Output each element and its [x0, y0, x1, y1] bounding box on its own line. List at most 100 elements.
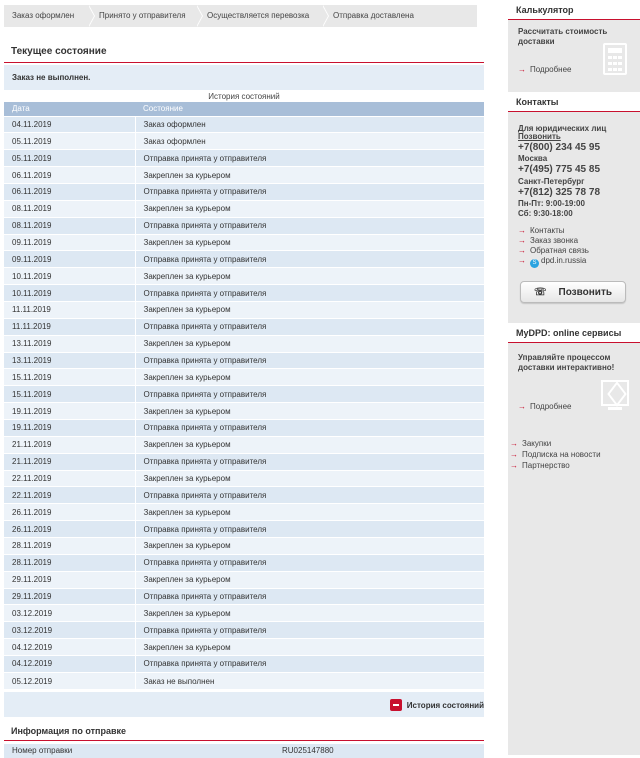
call-link[interactable]: Позвонить [518, 132, 561, 142]
history-date: 29.11.2019 [4, 587, 136, 605]
table-row: 03.12.2019 Отправка принята у отправителя [4, 621, 484, 639]
history-status: Закреплен за курьером [135, 233, 484, 251]
history-status: Отправка принята у отправителя [135, 149, 484, 167]
step-delivered: Отправка доставлена [333, 11, 414, 20]
history-date: 15.11.2019 [4, 385, 136, 403]
history-date: 13.11.2019 [4, 334, 136, 353]
order-call-link[interactable]: → Заказ звонка [518, 236, 578, 245]
footer-link-procurement-label: Закупки [522, 439, 552, 448]
history-status: Закреплен за курьером [135, 435, 484, 454]
table-row: 04.12.2019 Отправка принята у отправителя [4, 655, 484, 673]
skype-label: dpd.in.russia [541, 256, 587, 265]
current-status-value: Заказ не выполнен. [4, 65, 484, 90]
history-date: 15.11.2019 [4, 368, 136, 386]
history-date: 19.11.2019 [4, 402, 136, 420]
history-status: Закреплен за курьером [135, 166, 484, 184]
history-status: Закреплен за курьером [135, 199, 484, 218]
calculator-more-label: Подробнее [530, 65, 572, 74]
history-date: 04.12.2019 [4, 638, 136, 656]
table-row: 15.11.2019 Отправка принята у отправителя [4, 385, 484, 403]
history-date: 05.11.2019 [4, 132, 136, 150]
call-button[interactable]: ☏ Позвонить [520, 281, 626, 303]
skype-icon: S [530, 259, 539, 268]
shipment-number-value: RU025147880 [282, 746, 334, 755]
order-call-label: Заказ звонка [530, 236, 579, 245]
history-date: 09.11.2019 [4, 233, 136, 251]
step-in-transit: Осуществляется перевозка [197, 5, 329, 27]
history-status: Закреплен за курьером [135, 536, 484, 555]
footer-link-partnership-label: Партнерство [522, 461, 570, 470]
history-status: Отправка принята у отправителя [135, 385, 484, 403]
contacts-link-label: Контакты [530, 226, 565, 235]
history-status: Отправка принята у отправителя [135, 520, 484, 538]
shipment-info-heading: Информация по отправке [4, 721, 484, 741]
mydpd-title: MyDPD: online сервисы [508, 323, 640, 343]
table-row: 13.11.2019 Отправка принята у отправителя [4, 351, 484, 369]
phone-icon: ☏ [533, 286, 547, 298]
history-caption: История состояний [208, 92, 280, 101]
table-row: 26.11.2019 Закреплен за курьером [4, 503, 484, 521]
shipment-number-label: Номер отправки [12, 746, 73, 755]
arrow-icon: → [518, 65, 526, 74]
skype-link[interactable]: → Sdpd.in.russia [518, 256, 586, 268]
history-date: 06.11.2019 [4, 166, 136, 184]
footer-link-procurement[interactable]: → Закупки [510, 439, 551, 448]
table-row: 19.11.2019 Закреплен за курьером [4, 402, 484, 420]
table-row: 08.11.2019 Закреплен за курьером [4, 199, 484, 218]
shipment-number-row: Номер отправки RU025147880 [4, 744, 484, 758]
history-status: Закреплен за курьером [135, 368, 484, 386]
feedback-label: Обратная связь [530, 246, 589, 255]
city-moscow: Москва [518, 154, 548, 163]
collapse-icon [389, 699, 402, 711]
history-date: 11.11.2019 [4, 300, 136, 319]
history-date: 11.11.2019 [4, 317, 136, 336]
history-table: Дата Состояние 04.11.2019 Заказ оформлен 0… [4, 102, 484, 690]
history-date: 10.11.2019 [4, 267, 136, 285]
history-status: Отправка принята у отправителя [135, 486, 484, 504]
table-row: 05.12.2019 Заказ не выполнен [4, 671, 484, 690]
hours-saturday: Сб: 9:30-18:00 [518, 209, 573, 218]
history-date: 10.11.2019 [4, 284, 136, 302]
feedback-link[interactable]: → Обратная связь [518, 246, 589, 255]
column-header-status: Состояние [135, 102, 484, 116]
table-row: 21.11.2019 Закреплен за курьером [4, 435, 484, 454]
history-date: 05.11.2019 [4, 149, 136, 167]
table-row: 03.12.2019 Закреплен за курьером [4, 604, 484, 622]
history-date: 03.12.2019 [4, 604, 136, 622]
footer-link-partnership[interactable]: → Партнерство [510, 461, 570, 470]
history-header-row: Дата Состояние [4, 102, 484, 116]
contacts-link[interactable]: → Контакты [518, 226, 565, 235]
table-row: 15.11.2019 Закреплен за курьером [4, 368, 484, 386]
table-row: 09.11.2019 Отправка принята у отправителя [4, 250, 484, 268]
table-row: 04.12.2019 Закреплен за курьером [4, 638, 484, 656]
history-status: Закреплен за курьером [135, 503, 484, 521]
history-status: Заказ оформлен [135, 132, 484, 150]
history-date: 29.11.2019 [4, 570, 136, 589]
history-status: Закреплен за курьером [135, 334, 484, 353]
history-date: 26.11.2019 [4, 520, 136, 538]
hours-weekdays: Пн-Пт: 9:00-19:00 [518, 199, 585, 208]
table-row: 11.11.2019 Закреплен за курьером [4, 300, 484, 319]
history-status: Закреплен за курьером [135, 638, 484, 656]
history-toggle-button[interactable]: История состояний [389, 699, 484, 711]
table-row: 06.11.2019 Закреплен за курьером [4, 166, 484, 184]
history-status: Закреплен за курьером [135, 570, 484, 589]
history-toggle-label: История состояний [406, 700, 484, 710]
footer-link-newsletter[interactable]: → Подписка на новости [510, 450, 601, 459]
history-date: 13.11.2019 [4, 351, 136, 369]
mydpd-more-link[interactable]: → Подробнее [518, 402, 572, 411]
history-date: 26.11.2019 [4, 503, 136, 521]
calculator-more-link[interactable]: → Подробнее [518, 65, 572, 74]
history-date: 03.12.2019 [4, 621, 136, 639]
history-status: Отправка принята у отправителя [135, 587, 484, 605]
history-status: Отправка принята у отправителя [135, 418, 484, 437]
calculator-icon [603, 43, 627, 75]
call-button-label: Позвонить [558, 286, 613, 298]
step-order-created: Заказ оформлен [4, 5, 95, 27]
history-date: 21.11.2019 [4, 435, 136, 454]
table-row: 29.11.2019 Отправка принята у отправителя [4, 587, 484, 605]
phone-moscow: +7(495) 775 45 85 [518, 164, 601, 175]
calculator-title: Калькулятор [508, 0, 640, 20]
history-status: Отправка принята у отправителя [135, 317, 484, 336]
mydpd-more-label: Подробнее [530, 402, 572, 411]
